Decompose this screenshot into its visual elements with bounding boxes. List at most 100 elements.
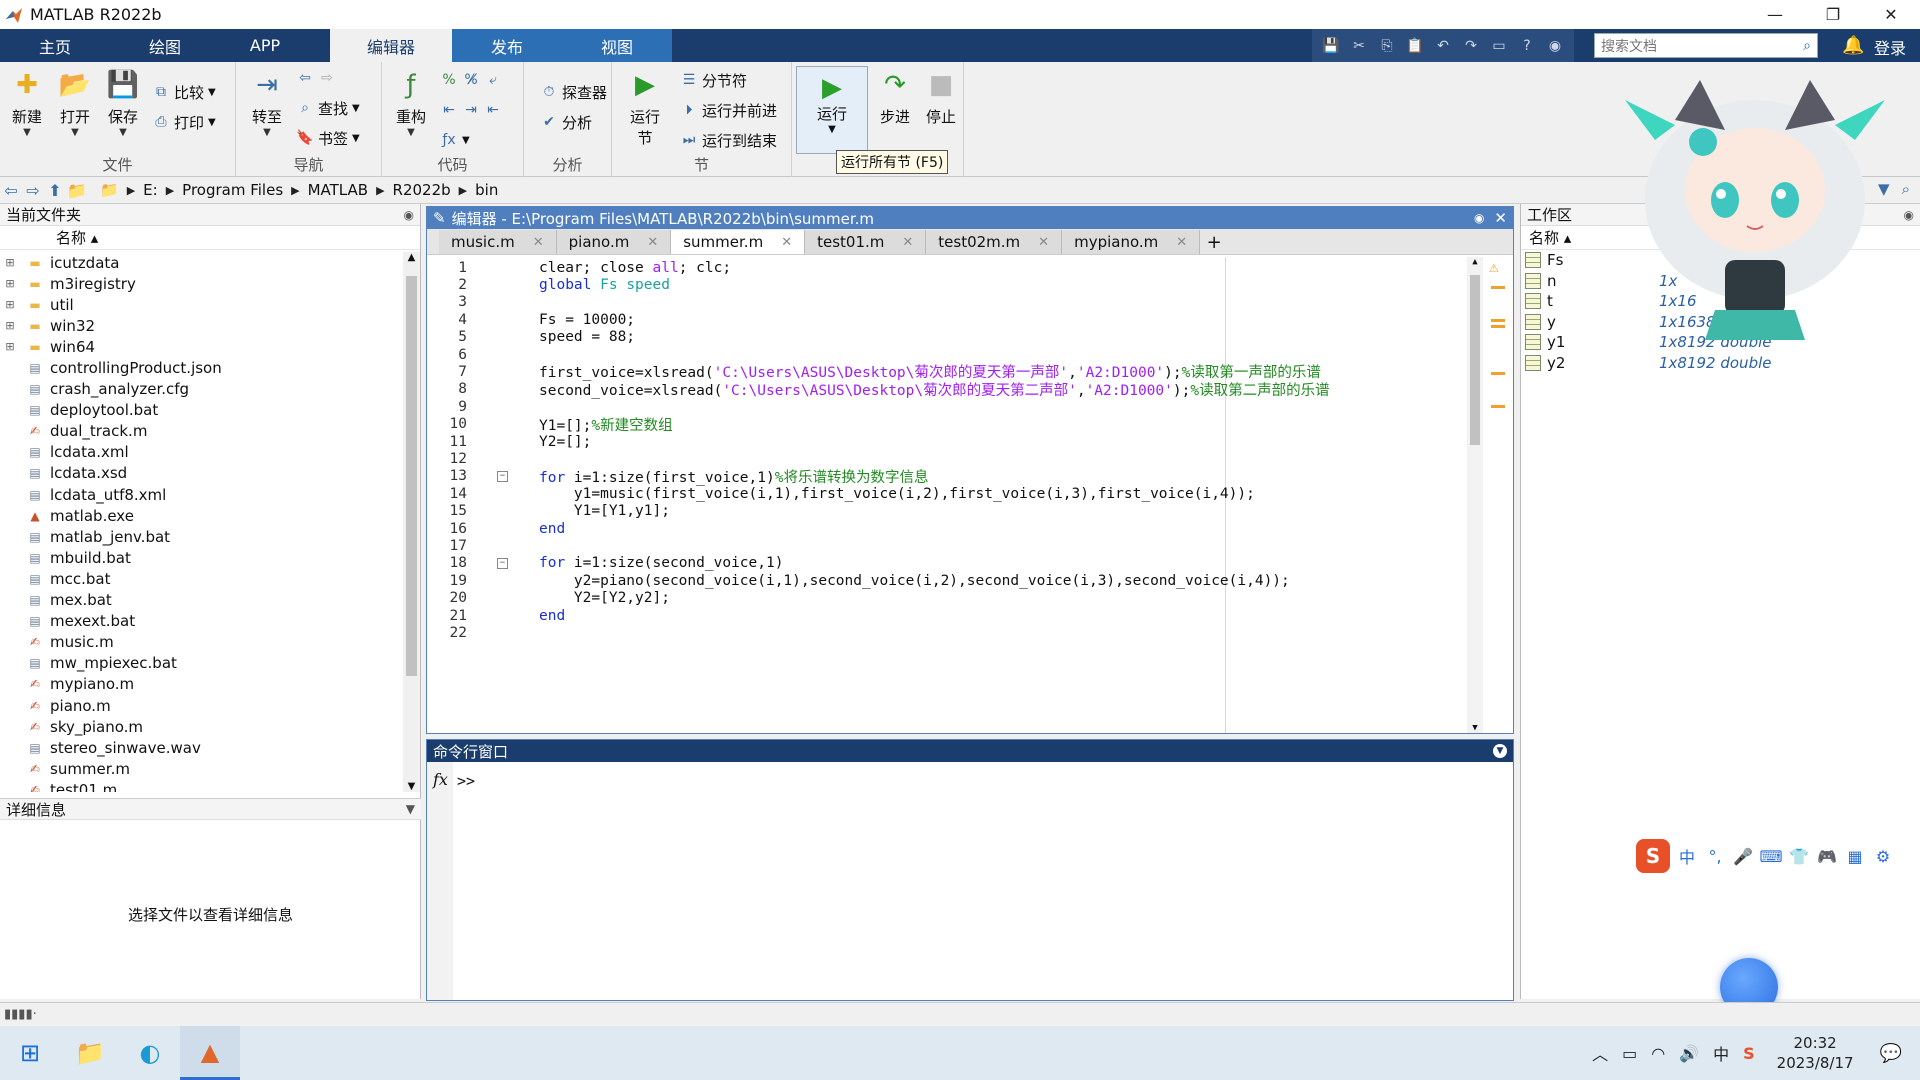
list-item[interactable]: ▤ matlab_jenv.bat [0,526,404,547]
comment-tools[interactable]: % %̸ ⤶ [440,68,502,92]
warning-marker[interactable] [1491,372,1505,375]
save-icon[interactable]: 💾 [1320,35,1342,57]
workspace-variable-row[interactable]: y2 1x8192 double [1521,353,1920,374]
settings-gear-icon[interactable]: ⚙ [1872,845,1894,867]
list-item[interactable]: ✍ music.m [0,632,404,653]
command-prompt[interactable]: >> [457,772,475,790]
edge-browser-icon[interactable]: ◐ [120,1026,180,1080]
forward-arrow-icon[interactable]: ⇨ [318,69,336,87]
print-button[interactable]: ⎙ 打印 ▼ [152,110,215,134]
matlab-taskbar-icon[interactable]: ▲ [180,1026,240,1080]
tab-plots[interactable]: 绘图 [110,29,220,62]
tab-editor[interactable]: 编辑器 [330,29,452,62]
tab-home[interactable]: 主页 [0,29,110,62]
speaker-icon[interactable]: 🔊 [1679,1044,1699,1063]
insert-tools[interactable]: ƒx ▼ [440,128,469,152]
name-column-header[interactable]: 名称 ▴ [0,226,420,250]
close-tab-icon[interactable]: ✕ [902,235,913,250]
windows-start-icon[interactable]: ⊞ [0,1026,60,1080]
function-browser-icon[interactable]: fx [433,770,448,789]
list-item[interactable]: ▤ controllingProduct.json [0,357,404,378]
analyze-button[interactable]: ✔ 分析 [540,110,592,134]
bookmark-button[interactable]: 🔖 书签 ▼ [296,126,359,150]
sogou-tray-icon[interactable]: S [1743,1044,1755,1063]
list-item[interactable]: ⊞ ▬ icutzdata [0,252,404,273]
uncomment-icon[interactable]: %̸ [462,71,480,89]
find-button[interactable]: ⌕ 查找 ▼ [296,96,360,120]
copy-icon[interactable]: ⎘ [1376,35,1398,57]
stop-button[interactable]: ■ 停止 [918,68,964,127]
expand-plus-icon[interactable]: ⊞ [0,256,20,269]
step-button[interactable]: ↷ 步进 [872,68,918,127]
search-folder-icon[interactable]: ⌕ [1902,180,1910,198]
notification-bell-icon[interactable]: 🔔 [1842,35,1864,56]
fold-toggle-icon[interactable]: − [497,470,508,482]
list-item[interactable]: ⊞ ▬ m3iregistry [0,273,404,294]
list-item[interactable]: ✍ mypiano.m [0,674,404,695]
file-explorer-icon[interactable]: 📁 [60,1026,120,1080]
wrap-comments-icon[interactable]: ⤶ [484,71,502,89]
keyboard-icon[interactable]: ⌨ [1759,845,1782,867]
list-item[interactable]: ▤ mw_mpiexec.bat [0,653,404,674]
list-item[interactable]: ▤ mexext.bat [0,611,404,632]
code-area[interactable]: ▲ ▼ ⚠ 1 clear; close all; clc; 2 global Fs … [427,257,1513,733]
scroll-up-icon[interactable]: ▲ [1467,257,1483,267]
back-icon[interactable]: ⇦ [0,179,22,201]
editor-scrollbar-thumb[interactable] [1470,275,1480,445]
close-tab-icon[interactable]: ✕ [1038,235,1049,250]
scroll-down-icon[interactable]: ▼ [1467,723,1483,733]
run-button[interactable]: ▶ 运行 ▼ [796,66,868,154]
expand-plus-icon[interactable]: ⊞ [0,277,20,290]
battery-icon[interactable]: ▭ [1622,1044,1637,1063]
list-item[interactable]: ▲ matlab.exe [0,505,404,526]
expand-plus-icon[interactable]: ⊞ [0,298,20,311]
ime-tray-icon[interactable]: 中 [1713,1041,1729,1065]
editor-tab[interactable]: piano.m ✕ [556,230,672,254]
back-forward-buttons[interactable]: ⇦ ⇨ [296,66,336,90]
list-item[interactable]: ✍ sky_piano.m [0,716,404,737]
scroll-up-icon[interactable]: ▲ [403,252,420,263]
switch-windows-icon[interactable]: ▭ [1488,35,1510,57]
editor-options-icon[interactable]: ◉ [1474,211,1484,225]
list-item[interactable]: ▤ mex.bat [0,590,404,611]
editor-tab[interactable]: summer.m ✕ [671,230,806,254]
list-item[interactable]: ▤ mcc.bat [0,568,404,589]
increase-indent-icon[interactable]: ⇥ [462,101,480,119]
list-item[interactable]: ⊞ ▬ win32 [0,315,404,336]
goto-button[interactable]: ⇥ 转至 ▼ [244,68,290,138]
list-item[interactable]: ▤ lcdata_utf8.xml [0,484,404,505]
forward-icon[interactable]: ⇨ [22,179,44,201]
editor-scrollbar[interactable]: ▲ ▼ [1467,257,1483,733]
breadcrumb-item[interactable]: Program Files [182,181,283,199]
close-editor-icon[interactable]: ✕ [1494,209,1507,227]
search-docs-input[interactable]: 搜索文档 ⌕ [1594,33,1818,58]
list-item[interactable]: ▤ stereo_sinwave.wav [0,737,404,758]
smart-indent-icon[interactable]: ⇤ [440,101,458,119]
indent-tools[interactable]: ⇤ ⇥ ⇤ [440,98,502,122]
warning-marker[interactable] [1491,319,1505,322]
panel-options-icon[interactable]: ◉ [404,208,414,222]
warning-icon[interactable]: ⚠ [1489,257,1499,276]
paste-icon[interactable]: 📋 [1404,35,1426,57]
help-icon[interactable]: ? [1516,35,1538,57]
tab-view[interactable]: 视图 [562,29,672,62]
close-tab-icon[interactable]: ✕ [781,235,792,250]
list-item[interactable]: ✍ test01.m [0,779,404,792]
community-icon[interactable]: ◉ [1544,35,1566,57]
ime-language-toggle[interactable]: 中 [1676,845,1698,867]
list-item[interactable]: ✍ piano.m [0,695,404,716]
list-item[interactable]: ▤ mbuild.bat [0,547,404,568]
open-button[interactable]: 📂 打开 ▼ [52,68,98,138]
wifi-icon[interactable]: ◠ [1651,1044,1665,1063]
close-tab-icon[interactable]: ✕ [647,235,658,250]
insert-function-icon[interactable]: ƒx [440,131,458,149]
new-button[interactable]: ✚ 新建 ▼ [4,68,50,138]
microphone-icon[interactable]: 🎤 [1732,845,1754,867]
editor-tab[interactable]: music.m ✕ [439,230,557,254]
list-item[interactable]: ▤ deploytool.bat [0,400,404,421]
undo-icon[interactable]: ↶ [1432,35,1454,57]
up-folder-icon[interactable]: ⬆ [44,179,66,201]
tab-apps[interactable]: APP [220,29,310,62]
warning-marker[interactable] [1491,405,1505,408]
expand-plus-icon[interactable]: ⊞ [0,340,20,353]
